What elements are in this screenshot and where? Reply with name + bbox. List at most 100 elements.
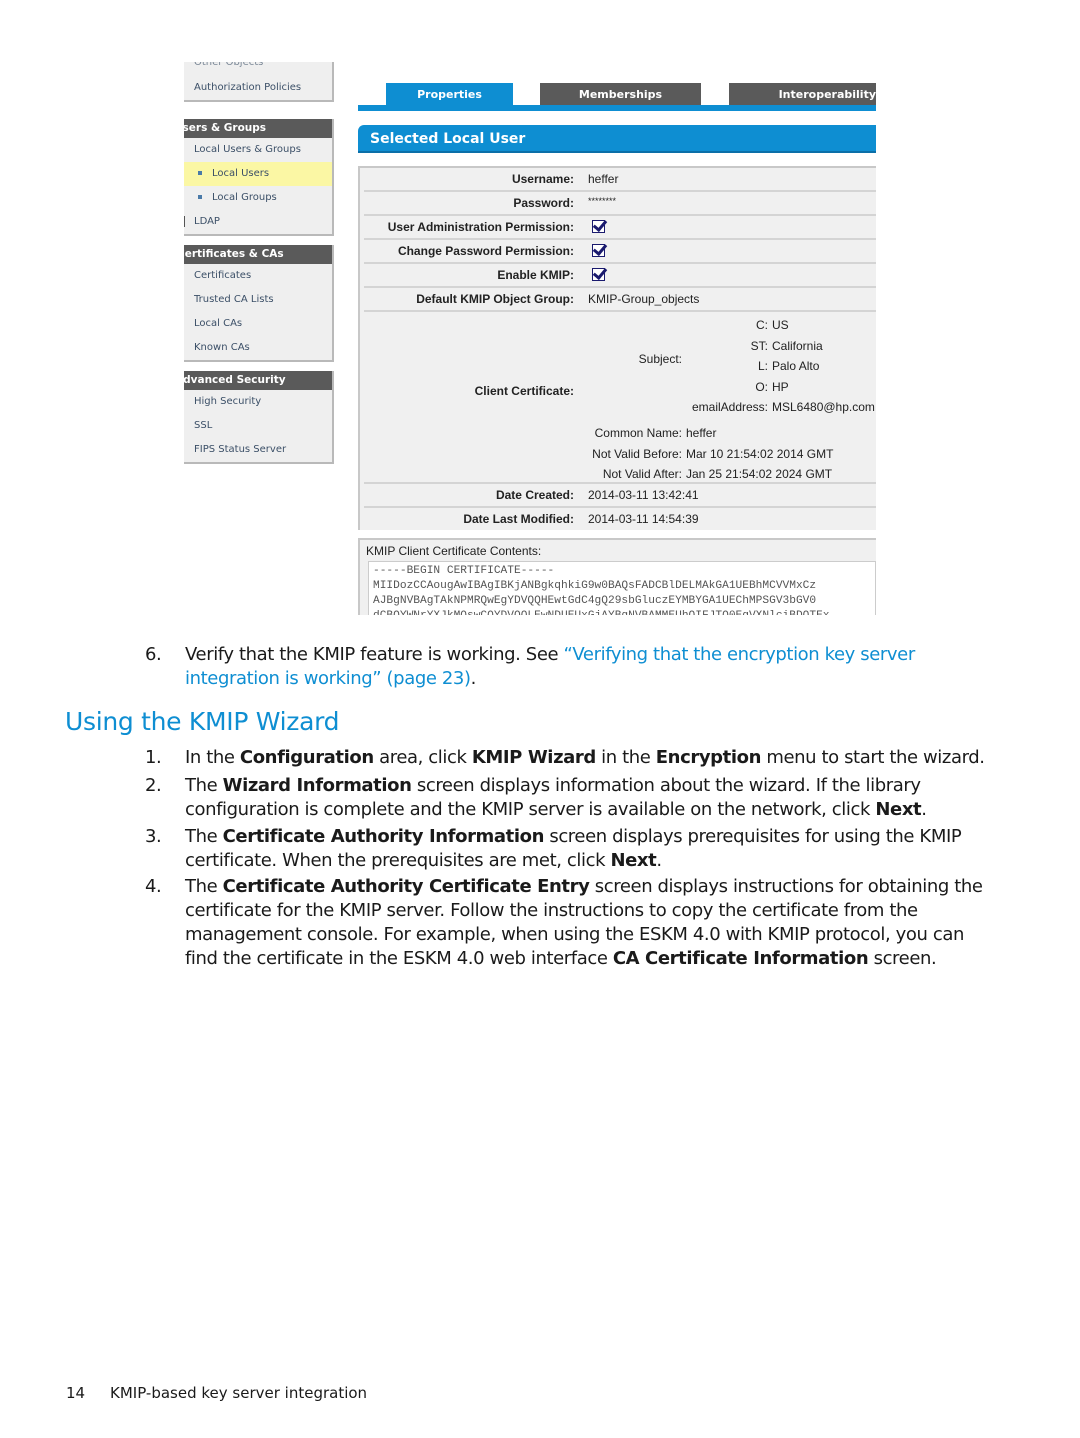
certificate-contents-label: KMIP Client Certificate Contents:	[366, 544, 542, 558]
row-client-certificate: Client Certificate: Subject: C: US ST: Cali…	[364, 312, 876, 484]
step-text: Verify that the KMIP feature is working.…	[185, 643, 995, 691]
date-modified-value: 2014-03-11 14:54:39	[588, 512, 699, 526]
sidebar-item-certificates[interactable]: Certificates	[184, 264, 332, 288]
sidebar-item-ssl[interactable]: SSL	[184, 414, 332, 438]
step-text-run: In the	[185, 747, 240, 768]
ui-term: Certificate Authority Certificate Entry	[222, 876, 590, 897]
sidebar-group-advanced-security: Advanced Security High Security SSL FIPS…	[184, 371, 334, 464]
user-admin-permission-value	[588, 216, 605, 238]
sidebar-item-label: Local Users	[212, 168, 270, 179]
sidebar-group-objects: Other Objects Authorization Policies	[184, 62, 334, 102]
ui-term: Configuration	[239, 747, 374, 768]
checkbox-checked-icon[interactable]	[592, 268, 605, 281]
step-text-run: The	[185, 826, 223, 847]
step-text-run: menu to start the wizard.	[761, 747, 985, 768]
row-enable-kmip: Enable KMIP:	[364, 264, 876, 288]
properties-table: Username: heffer Password: ******** User…	[358, 166, 876, 530]
date-created-value: 2014-03-11 13:42:41	[588, 488, 699, 502]
ui-term: Wizard Information	[222, 775, 412, 796]
subject-field-value: US	[772, 318, 789, 332]
subject-label: Subject:	[638, 352, 682, 366]
row-default-kmip-group: Default KMIP Object Group: KMIP-Group_ob…	[364, 288, 876, 312]
panel-title: Selected Local User	[358, 125, 876, 153]
row-user-admin-permission: User Administration Permission:	[364, 216, 876, 240]
ui-term: KMIP Wizard	[471, 747, 596, 768]
row-change-password-permission: Change Password Permission:	[364, 240, 876, 264]
date-created-label: Date Created:	[495, 488, 574, 502]
step-number: 4.	[145, 876, 162, 897]
step-number: 6.	[145, 644, 162, 665]
tab-properties[interactable]: Properties	[386, 83, 513, 105]
step-text: In the Configuration area, click KMIP Wi…	[185, 746, 995, 770]
embedded-screenshot: Other Objects Authorization Policies Use…	[184, 62, 876, 615]
step-text-run: .	[656, 850, 662, 871]
certificate-detail-value: heffer	[686, 426, 717, 440]
sidebar-item-authorization-policies[interactable]: Authorization Policies	[184, 72, 332, 100]
ui-term: Next	[610, 850, 657, 871]
certificate-detail-key: Not Valid After:	[602, 467, 682, 481]
bullet-icon	[198, 195, 202, 199]
step-number: 1.	[145, 747, 162, 768]
sidebar-item-known-cas[interactable]: Known CAs	[184, 336, 332, 360]
password-value: ********	[588, 196, 617, 206]
change-password-permission-label: Change Password Permission:	[397, 244, 574, 258]
username-value: heffer	[588, 172, 619, 186]
step-text-run: .	[921, 799, 927, 820]
tab-underline	[358, 105, 876, 111]
sidebar-item-trusted-ca-lists[interactable]: Trusted CA Lists	[184, 288, 332, 312]
sidebar-item-fips-status-server[interactable]: FIPS Status Server	[184, 438, 332, 462]
certificate-contents-textarea[interactable]: -----BEGIN CERTIFICATE----- MIIDozCCAoug…	[368, 561, 876, 615]
sidebar-item-local-users[interactable]: Local Users	[184, 162, 332, 186]
row-username: Username: heffer	[364, 168, 876, 192]
tab-memberships[interactable]: Memberships	[540, 83, 701, 105]
certificate-detail-key: Common Name:	[594, 426, 682, 440]
bullet-icon	[198, 171, 202, 175]
step-6-text: Verify that the KMIP feature is working.…	[185, 644, 564, 665]
sidebar-header-certificates: Certificates & CAs	[184, 245, 332, 264]
sidebar-item-high-security[interactable]: High Security	[184, 390, 332, 414]
subject-field-value: Palo Alto	[772, 359, 820, 373]
ui-term: Next	[875, 799, 922, 820]
section-heading: Using the KMIP Wizard	[65, 707, 340, 736]
tab-interoperability[interactable]: Interoperability	[729, 83, 876, 105]
change-password-permission-value	[588, 240, 605, 262]
sidebar-item-local-users-groups[interactable]: Local Users & Groups	[184, 138, 332, 162]
checkbox-checked-icon[interactable]	[592, 220, 605, 233]
step-number: 3.	[145, 826, 162, 847]
enable-kmip-label: Enable KMIP:	[497, 268, 574, 282]
step-text: The Certificate Authority Information sc…	[185, 825, 995, 873]
subject-field-key: O:	[755, 379, 768, 394]
row-date-created: Date Created: 2014-03-11 13:42:41	[364, 484, 876, 508]
sidebar-item-local-groups[interactable]: Local Groups	[184, 186, 332, 210]
sidebar-item-local-cas[interactable]: Local CAs	[184, 312, 332, 336]
subject-field-key: emailAddress:	[691, 400, 768, 414]
row-password: Password: ********	[364, 192, 876, 216]
sidebar-item-cut[interactable]: Other Objects	[184, 62, 332, 72]
step-text: The Wizard Information screen displays i…	[185, 774, 995, 822]
sidebar-group-certificates: Certificates & CAs Certificates Trusted …	[184, 245, 334, 362]
certificate-detail-key: Not Valid Before:	[592, 446, 682, 461]
ui-term: Certificate Authority Information	[222, 826, 545, 847]
step-text-run: in the	[595, 747, 656, 768]
sidebar-item-ldap[interactable]: LDAP	[184, 210, 332, 234]
step-number: 2.	[145, 775, 162, 796]
sidebar: Other Objects Authorization Policies Use…	[184, 62, 334, 464]
enable-kmip-value	[588, 264, 605, 286]
certificate-contents-box: KMIP Client Certificate Contents: -----B…	[358, 538, 876, 615]
sidebar-header-users-groups: Users & Groups	[184, 119, 332, 138]
step-text: The Certificate Authority Certificate En…	[185, 875, 995, 971]
client-certificate-label: Client Certificate:	[474, 384, 574, 398]
footer-title: KMIP-based key server integration	[110, 1384, 368, 1402]
sidebar-header-advanced-security: Advanced Security	[184, 371, 332, 390]
row-date-modified: Date Last Modified: 2014-03-11 14:54:39	[364, 508, 876, 530]
username-label: Username:	[511, 172, 574, 186]
ui-term: CA Certificate Information	[612, 948, 869, 969]
sidebar-group-users-groups: Users & Groups Local Users & Groups Loca…	[184, 119, 334, 236]
tab-bar: Properties Memberships Interoperability	[358, 83, 876, 113]
subject-field-value: MSL6480@hp.com	[772, 400, 875, 414]
default-kmip-group-value: KMIP-Group_objects	[588, 292, 700, 306]
step-text-run: The	[185, 876, 223, 897]
checkbox-checked-icon[interactable]	[592, 244, 605, 257]
password-label: Password:	[513, 196, 574, 210]
date-modified-label: Date Last Modified:	[463, 512, 574, 526]
